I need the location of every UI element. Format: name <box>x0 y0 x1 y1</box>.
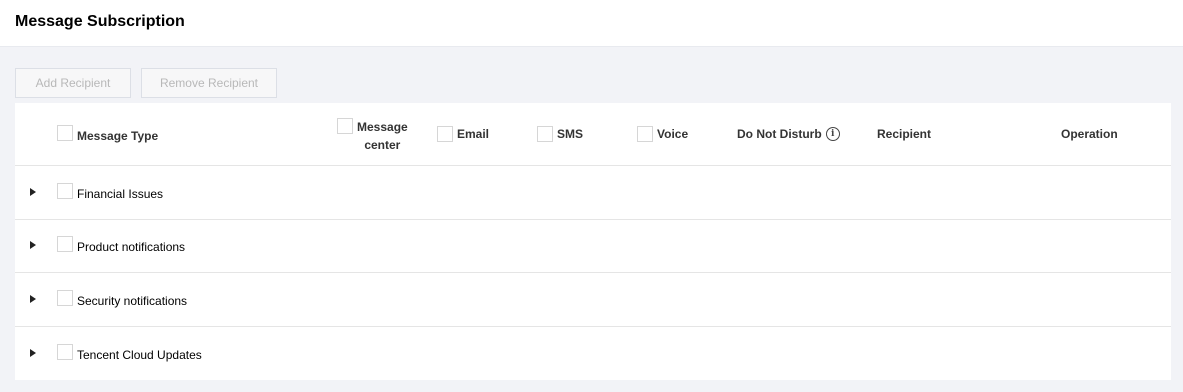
remove-recipient-button[interactable]: Remove Recipient <box>141 68 277 98</box>
table-row: Financial Issues <box>15 166 1171 220</box>
email-all-checkbox[interactable] <box>437 126 453 142</box>
select-all-checkbox[interactable] <box>57 125 73 141</box>
row-checkbox[interactable] <box>57 182 73 199</box>
header-message-center-label: Message center <box>357 118 408 154</box>
page-title: Message Subscription <box>15 13 185 30</box>
message-center-all-checkbox[interactable] <box>337 118 353 134</box>
row-label: Tencent Cloud Updates <box>77 347 202 362</box>
header-do-not-disturb: Do Not Disturb i <box>737 127 840 141</box>
header-message-type-label: Message Type <box>77 129 159 143</box>
caret-right-icon[interactable] <box>30 294 36 303</box>
header-email: Email <box>437 126 489 142</box>
header-message-center-line1: Message <box>357 120 408 134</box>
header-message-type: Message Type <box>57 125 159 143</box>
table-row: Security notifications <box>15 273 1171 327</box>
header-email-label: Email <box>457 127 490 141</box>
header-message-center-line2: center <box>364 138 401 152</box>
page-header: Message Subscription <box>0 0 1183 47</box>
row-label: Security notifications <box>77 293 188 308</box>
table-row: Tencent Cloud Updates <box>15 327 1171 380</box>
header-voice-label: Voice <box>657 127 689 141</box>
header-sms-label: SMS <box>557 127 584 141</box>
header-operation: Operation <box>1061 127 1118 141</box>
caret-right-icon[interactable] <box>30 241 36 249</box>
header-do-not-disturb-label: Do Not Disturb <box>737 127 822 141</box>
subscription-table: Message Type Message center Email SMS Vo… <box>15 103 1171 380</box>
header-voice: Voice <box>637 126 688 142</box>
caret-right-icon[interactable] <box>30 348 36 357</box>
sms-all-checkbox[interactable] <box>537 126 553 142</box>
row-checkbox[interactable] <box>57 236 73 252</box>
table-header: Message Type Message center Email SMS Vo… <box>15 103 1171 166</box>
voice-all-checkbox[interactable] <box>637 126 653 142</box>
row-label: Product notifications <box>77 240 186 254</box>
caret-right-icon[interactable] <box>30 187 36 196</box>
header-recipient: Recipient <box>877 127 932 141</box>
header-message-center: Message center <box>337 118 408 154</box>
info-icon[interactable]: i <box>825 127 840 141</box>
row-checkbox[interactable] <box>57 289 73 306</box>
row-checkbox[interactable] <box>57 343 73 360</box>
header-sms: SMS <box>537 126 583 142</box>
row-label: Financial Issues <box>77 186 164 201</box>
table-row: Product notifications <box>15 220 1171 273</box>
add-recipient-button[interactable]: Add Recipient <box>15 68 131 98</box>
